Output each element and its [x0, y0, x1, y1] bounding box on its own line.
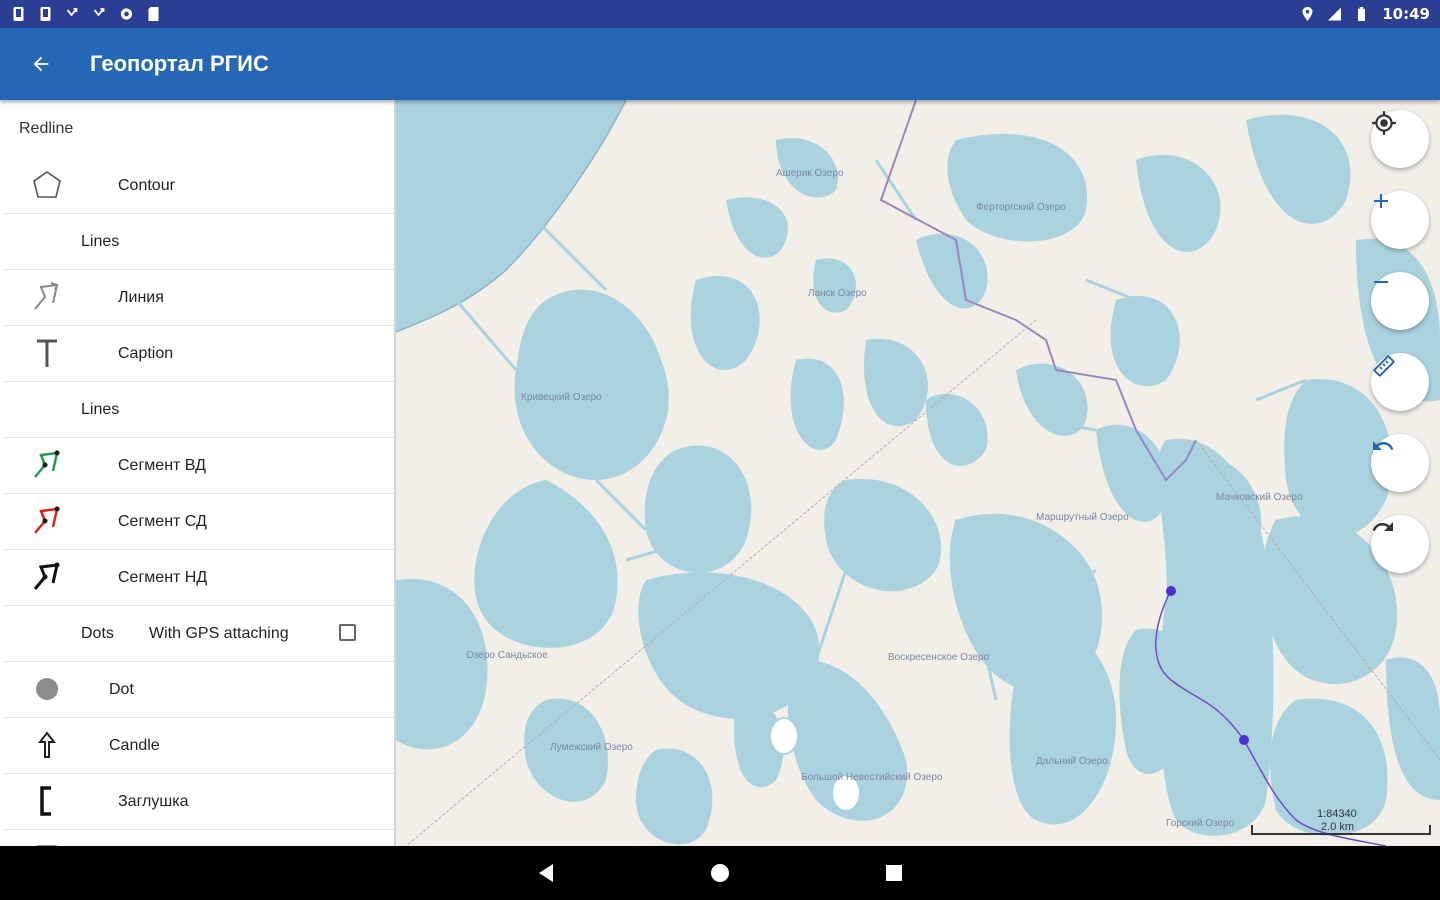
map-label: Озеро Сандьское — [466, 650, 548, 661]
tool-label: Сегмент НД — [118, 568, 208, 586]
polygon-icon — [30, 168, 64, 202]
tool-label: Contour — [118, 176, 175, 194]
call-missed-icon — [66, 8, 78, 17]
tool-caption[interactable]: Caption — [4, 326, 394, 382]
dot-icon — [30, 672, 64, 706]
call-missed-icon — [93, 8, 105, 17]
tool-segment-sd[interactable]: Сегмент СД — [4, 494, 394, 550]
sd-card-icon — [148, 7, 159, 21]
map-label: Горский Озеро — [1166, 818, 1235, 829]
map-label: Кривецкий Озеро — [521, 392, 602, 403]
tool-label: Линия — [118, 288, 164, 306]
zoom-out-button[interactable] — [1371, 272, 1429, 330]
tool-label: Caption — [118, 344, 174, 362]
text-icon — [30, 840, 64, 846]
undo-button[interactable] — [1371, 434, 1429, 492]
map-label: Ланск Озеро — [808, 288, 867, 299]
location-icon — [1302, 7, 1313, 21]
zoom-out-icon — [1374, 281, 1388, 283]
tool-segment-nd[interactable]: Сегмент НД — [4, 550, 394, 606]
nav-home-button[interactable] — [708, 861, 732, 885]
my-location-icon — [1372, 111, 1396, 135]
map-label: Дальний Озеро — [1036, 756, 1108, 767]
candle-icon — [30, 728, 64, 762]
map-label: Ашерик Озеро — [776, 168, 844, 179]
settings-icon — [120, 8, 133, 20]
ruler-icon — [1373, 355, 1395, 377]
tool-label: Заглушка — [118, 792, 189, 810]
map-label: Лумежский Озеро — [550, 742, 633, 753]
tool-partial[interactable] — [4, 830, 394, 846]
navigation-bar — [0, 846, 1440, 900]
sim-icon — [40, 7, 51, 21]
bracket-icon — [30, 784, 64, 818]
sim-icon — [13, 7, 24, 21]
subheader-label: Lines — [81, 232, 120, 250]
polyline-icon — [30, 560, 64, 594]
text-icon — [30, 336, 64, 370]
polyline-icon — [30, 280, 64, 314]
redo-icon — [1372, 522, 1393, 531]
nav-back-icon — [539, 864, 553, 882]
map-view[interactable]: Ашерик Озеро Ферторгский Озеро Ланск Озе… — [396, 100, 1440, 846]
notification-icons — [12, 7, 160, 21]
subheader-dots: Dots With GPS attaching — [4, 606, 394, 662]
clock: 10:49 — [1382, 5, 1430, 23]
system-icons: 10:49 — [1301, 5, 1430, 23]
scale-ratio: 1:84340 — [1317, 808, 1357, 820]
subheader-lines: Lines — [4, 214, 394, 270]
nav-recents-icon — [886, 865, 902, 881]
section-header: Redline — [19, 120, 74, 137]
tool-line[interactable]: Линия — [4, 270, 394, 326]
tool-label: Dot — [109, 680, 134, 698]
nav-back-button[interactable] — [534, 861, 558, 885]
nav-home-icon — [711, 864, 729, 882]
map-label: Большой Невестийский Озеро — [801, 772, 943, 783]
back-button[interactable] — [0, 28, 82, 100]
subheader-label: Dots — [81, 624, 114, 642]
gps-attaching-label: With GPS attaching — [149, 624, 289, 642]
map-label: Воскресенское Озеро — [888, 652, 990, 663]
app-title: Геопортал РГИС — [90, 51, 269, 76]
map-label: Маршрутный Озеро — [1036, 512, 1129, 523]
undo-icon — [1373, 441, 1394, 450]
ruler-button[interactable] — [1371, 353, 1429, 411]
map-label: Ферторгский Озеро — [976, 202, 1066, 213]
tool-segment-vd[interactable]: Сегмент ВД — [4, 438, 394, 494]
polyline-icon — [30, 504, 64, 538]
tool-label: Candle — [109, 736, 160, 754]
my-location-button[interactable] — [1371, 110, 1429, 168]
status-bar: 10:49 — [0, 0, 1440, 28]
map-canvas[interactable] — [396, 100, 1440, 846]
signal-icon — [1328, 7, 1342, 21]
nav-recents-button[interactable] — [882, 861, 906, 885]
tool-dot[interactable]: Dot — [4, 662, 394, 718]
subheader-lines: Lines — [4, 382, 394, 438]
scale-bar-line — [1251, 825, 1431, 835]
gps-attaching-checkbox[interactable] — [339, 624, 356, 641]
redo-button[interactable] — [1371, 515, 1429, 573]
map-label: Мачковский Озеро — [1216, 492, 1303, 503]
tool-label: Сегмент ВД — [118, 456, 206, 474]
tool-candle[interactable]: Candle — [4, 718, 394, 774]
tool-contour[interactable]: Contour — [4, 158, 394, 214]
arrow-back-icon — [33, 56, 49, 72]
redline-tools-panel: Redline Contour Lines Линия Caption Line… — [0, 100, 396, 846]
subheader-label: Lines — [81, 400, 120, 418]
tool-plug[interactable]: Заглушка — [4, 774, 394, 830]
tool-label: Сегмент СД — [118, 512, 207, 530]
app-bar: Геопортал РГИС — [0, 28, 1440, 100]
zoom-in-button[interactable] — [1371, 191, 1429, 249]
polyline-icon — [30, 448, 64, 482]
battery-icon — [1358, 7, 1366, 21]
zoom-in-icon — [1374, 194, 1388, 208]
